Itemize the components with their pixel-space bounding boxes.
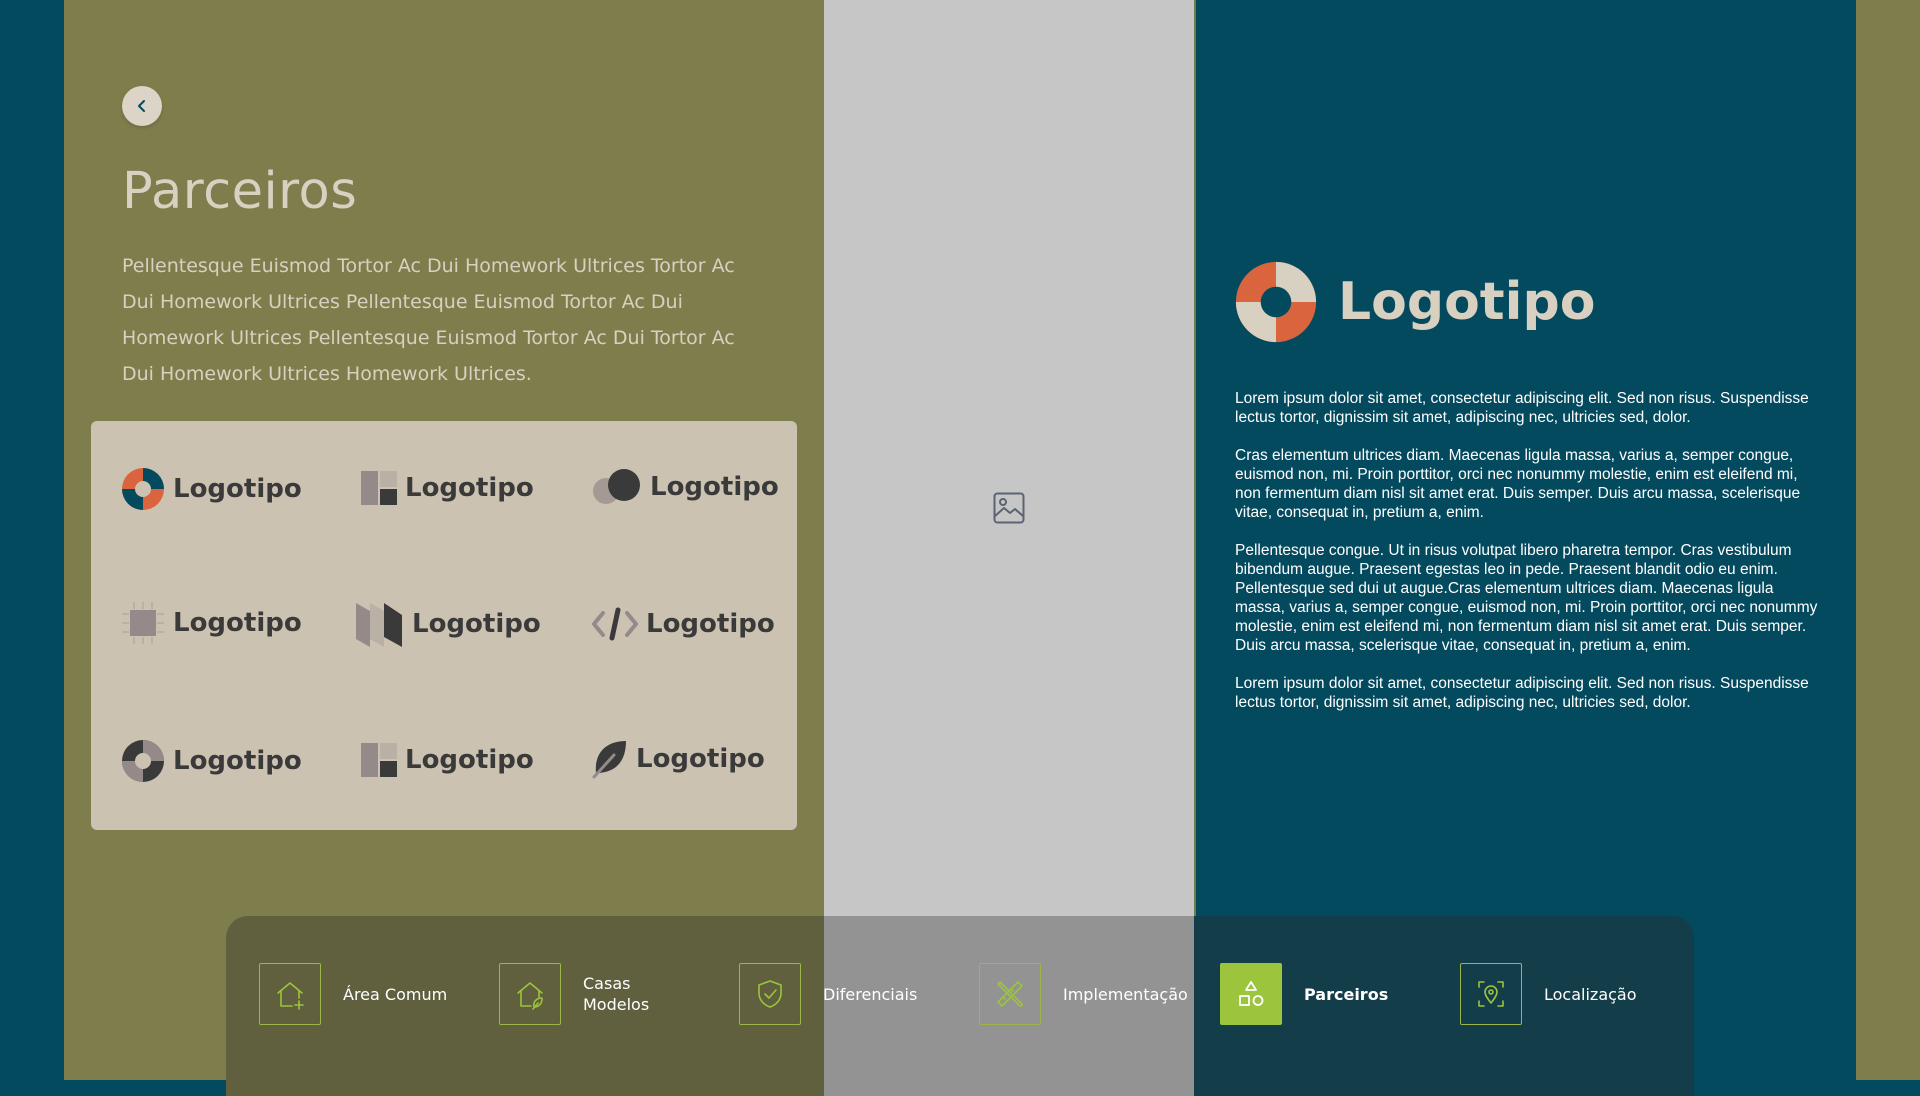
intro-text: Pellentesque Euismod Tortor Ac Dui Homew… [122, 255, 735, 385]
description-paragraph: Cras elementum ultrices diam. Maecenas l… [1235, 447, 1801, 521]
chip-logo-icon [122, 602, 164, 644]
squares-logo-icon [361, 743, 397, 777]
speech-bubbles-logo-icon [593, 469, 640, 504]
shapes-icon [1239, 981, 1264, 1006]
partner-logo-name: Logotipo [173, 474, 302, 504]
partner-logo[interactable]: Logotipo [361, 743, 534, 777]
partner-logo-name: Logotipo [173, 746, 302, 776]
nav-item-localizacao[interactable]: Localização [1460, 962, 1694, 1026]
partner-logo[interactable]: Logotipo [592, 607, 775, 641]
partner-logo[interactable]: Logotipo [592, 739, 765, 779]
map-pin-icon [1478, 981, 1504, 1007]
folds-logo-icon [356, 603, 402, 647]
partner-logo-name: Logotipo [650, 472, 779, 502]
chevron-left-icon [138, 100, 145, 112]
partner-brand: Logotipo [1234, 260, 1595, 344]
nav-item-implementacao[interactable]: Implementação [979, 962, 1213, 1026]
nav-label: Diferenciais [823, 984, 918, 1004]
partner-logo-name: Logotipo [636, 744, 765, 774]
nav-label: Implementação [1063, 984, 1188, 1004]
nav-label: Parceiros [1304, 984, 1389, 1004]
partner-logo[interactable]: Logotipo [356, 601, 541, 647]
description-paragraph: Lorem ipsum dolor sit amet, consectetur … [1235, 675, 1809, 711]
partner-logo-grid: Logotipo Logotipo Logotipo Logotipo Logo… [91, 421, 797, 830]
orbit-logo-icon [122, 468, 164, 510]
partner-logo[interactable]: Logotipo [121, 739, 302, 783]
partner-logo-name: Logotipo [405, 745, 534, 775]
orbit-logo-icon [1235, 261, 1317, 343]
partner-logo-name: Logotipo [646, 609, 775, 639]
partner-logo[interactable]: Logotipo [121, 601, 302, 645]
nav-label: Localização [1544, 984, 1637, 1004]
description-paragraph: Pellentesque congue. Ut in risus volutpa… [1235, 542, 1818, 654]
shield-check-icon [758, 980, 782, 1008]
nav-label: Casas Modelos [583, 974, 650, 1014]
pencil-ruler-icon [997, 981, 1023, 1007]
left-edge [0, 0, 64, 1080]
partner-description: Lorem ipsum dolor sit amet, consectetur … [1235, 389, 1819, 731]
partner-logo-name: Logotipo [405, 473, 534, 503]
description-paragraph: Lorem ipsum dolor sit amet, consectetur … [1235, 390, 1809, 426]
partner-logo[interactable]: Logotipo [121, 467, 302, 511]
back-button[interactable] [122, 86, 162, 126]
nav-item-casas-modelos[interactable]: Casas Modelos [499, 962, 673, 1026]
partner-logo-name: Logotipo [412, 609, 541, 639]
brand-name: Logotipo [1338, 272, 1596, 332]
nav-item-diferenciais[interactable]: Diferenciais [739, 962, 973, 1026]
nav-item-area-comum[interactable]: Área Comum [259, 962, 493, 1026]
page-title: Parceiros [122, 162, 358, 221]
right-edge [1856, 0, 1920, 1080]
house-plus-icon [277, 982, 304, 1010]
bottom-navigation: Área Comum Casas Modelos Diferenciais Im… [226, 916, 1694, 1096]
house-leaf-icon [517, 982, 543, 1010]
partner-logo-name: Logotipo [173, 608, 302, 638]
nav-item-parceiros[interactable]: Parceiros [1220, 962, 1454, 1026]
leaf-logo-icon [592, 741, 626, 779]
nav-label: Área Comum [343, 984, 448, 1004]
partner-logo[interactable]: Logotipo [592, 469, 779, 505]
code-logo-icon [592, 607, 638, 641]
orbit-gray-logo-icon [122, 740, 164, 782]
squares-logo-icon [361, 471, 397, 505]
image-icon [993, 492, 1025, 524]
partner-logo[interactable]: Logotipo [361, 471, 534, 505]
